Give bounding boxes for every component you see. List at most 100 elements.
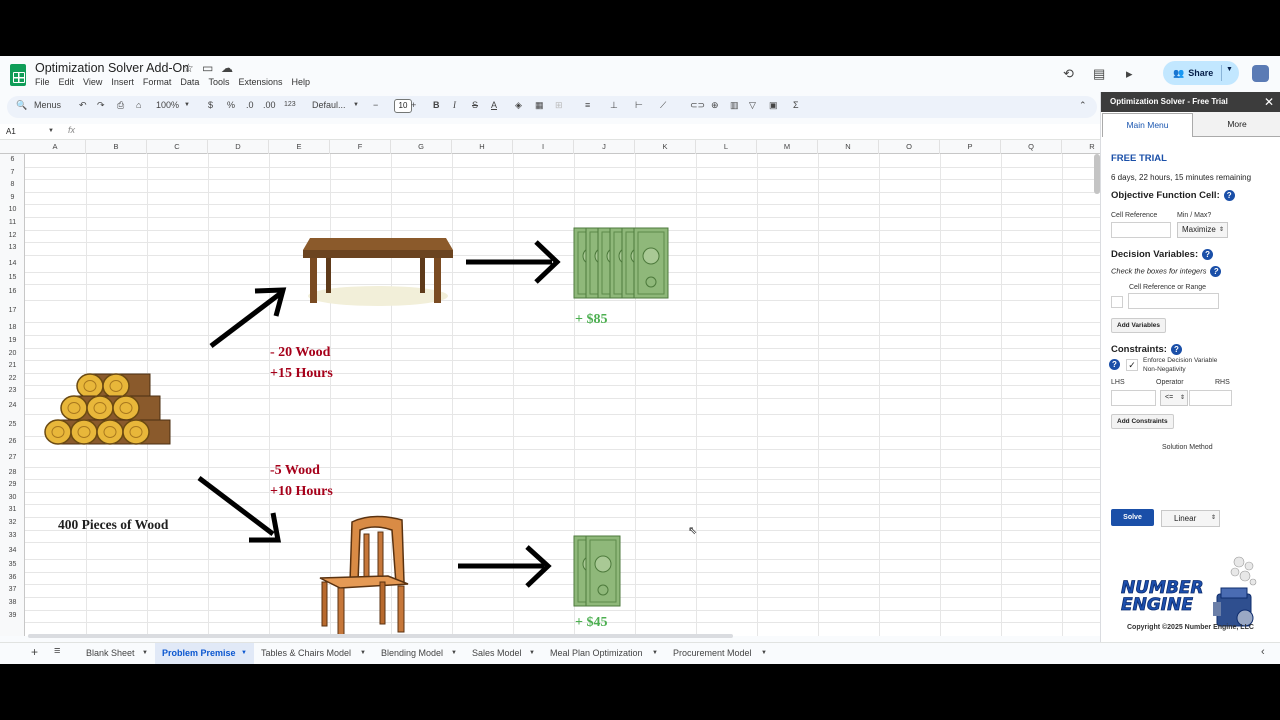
add-sheet-icon[interactable]: + (31, 645, 38, 659)
tab-dropdown-icon[interactable]: ▼ (241, 650, 247, 656)
decrease-decimal[interactable]: .0 (246, 100, 254, 110)
version-history-icon[interactable]: ⟲ (1063, 66, 1074, 82)
minmax-select[interactable]: Maximize ⇕ (1177, 222, 1228, 238)
comment-icon[interactable]: ⊕ (711, 100, 719, 111)
chart-icon[interactable]: ▥ (730, 100, 739, 111)
horizontal-scrollbar[interactable] (28, 634, 733, 638)
tab-dropdown-icon[interactable]: ▼ (142, 650, 148, 656)
account-avatar[interactable] (1252, 65, 1269, 82)
paint-format-icon[interactable]: ⌂ (136, 100, 141, 110)
move-folder-icon[interactable]: ▭ (202, 61, 213, 75)
link-icon[interactable]: ⊂⊃ (690, 100, 705, 111)
filter-icon[interactable]: ▽ (749, 100, 756, 111)
help-icon[interactable]: ? (1223, 190, 1235, 201)
help-icon[interactable]: ? (1202, 249, 1214, 260)
tab-meal-plan-optimization[interactable]: Meal Plan Optimization (550, 648, 643, 658)
meet-icon[interactable]: ▸ (1126, 66, 1133, 82)
increase-font-icon[interactable]: + (411, 100, 416, 110)
zoom-select[interactable]: 100% (156, 100, 179, 110)
tab-dropdown-icon[interactable]: ▼ (529, 650, 535, 656)
integer-checkbox[interactable] (1111, 296, 1123, 308)
borders-icon[interactable]: ▦ (535, 100, 544, 111)
tab-main-menu[interactable]: Main Menu (1102, 113, 1193, 137)
increase-decimal[interactable]: .00 (263, 100, 276, 110)
menu-data[interactable]: Data (180, 77, 199, 87)
scroll-tabs-left-icon[interactable]: ‹ (1261, 646, 1265, 658)
undo-icon[interactable]: ↶ (79, 100, 87, 111)
align-icon[interactable]: ≡ (585, 100, 590, 110)
menu-format[interactable]: Format (143, 77, 172, 87)
bold-icon[interactable]: B (433, 100, 440, 110)
spreadsheet-grid[interactable]: ABCDEFGHIJKLMNOPQR 6 7 8 9 10 11 12 13 14 15 16 17 1… (0, 140, 1100, 636)
wrap-icon[interactable]: ⊢ (635, 100, 643, 111)
menus-search[interactable]: Menus (34, 100, 61, 110)
add-variables-button[interactable]: Add Variables (1111, 318, 1166, 333)
close-icon[interactable]: ✕ (1264, 92, 1274, 112)
formula-bar: A1 ▼ fx (0, 124, 1100, 140)
sheets-logo-icon[interactable] (10, 64, 26, 86)
tab-problem-premise[interactable]: Problem Premise (162, 648, 236, 658)
sidebar-tabs: More Main Menu (1101, 112, 1280, 137)
help-icon[interactable]: ? (1210, 266, 1222, 277)
fill-color-icon[interactable]: ◈ (515, 100, 522, 111)
tab-more[interactable]: More (1193, 112, 1280, 137)
number-format[interactable]: 123 (284, 101, 296, 108)
search-icon[interactable]: 🔍 (16, 100, 27, 111)
strikethrough-icon[interactable]: S (472, 100, 478, 110)
nonnegativity-checkbox[interactable]: ✓ (1126, 359, 1138, 371)
menu-extensions[interactable]: Extensions (238, 77, 282, 87)
menu-file[interactable]: File (35, 77, 50, 87)
text-color-icon[interactable]: A (491, 100, 497, 110)
name-box[interactable]: A1 (6, 127, 16, 136)
italic-icon[interactable]: I (453, 100, 456, 110)
font-dropdown-icon[interactable]: ▼ (353, 102, 359, 108)
currency-format[interactable]: $ (208, 100, 213, 110)
rotate-icon[interactable]: ⟋ (660, 100, 666, 111)
help-icon[interactable]: ? (1109, 359, 1120, 370)
name-box-dropdown-icon[interactable]: ▼ (48, 128, 54, 134)
help-icon[interactable]: ? (1170, 344, 1182, 355)
lhs-input[interactable] (1111, 390, 1156, 406)
solve-button[interactable]: Solve (1111, 509, 1154, 526)
font-select[interactable]: Defaul... (312, 100, 346, 110)
tab-dropdown-icon[interactable]: ▼ (652, 650, 658, 656)
menu-help[interactable]: Help (291, 77, 310, 87)
tab-procurement-model[interactable]: Procurement Model (673, 648, 752, 658)
vertical-align-icon[interactable]: ⊥ (610, 100, 618, 111)
decision-heading-text: Decision Variables: (1111, 249, 1199, 261)
star-icon[interactable]: ☆ (183, 61, 194, 75)
menu-insert[interactable]: Insert (111, 77, 134, 87)
functions-icon[interactable]: Σ (793, 100, 799, 110)
print-icon[interactable]: ⎙ (117, 100, 124, 111)
rhs-input[interactable] (1189, 390, 1232, 406)
tab-sales-model[interactable]: Sales Model (472, 648, 522, 658)
comments-icon[interactable]: ▤ (1093, 66, 1105, 82)
tab-dropdown-icon[interactable]: ▼ (360, 650, 366, 656)
solution-method-select[interactable]: Linear ⇕ (1161, 510, 1220, 527)
filter-views-icon[interactable]: ▣ (769, 100, 778, 111)
operator-select[interactable]: <= ⇕ (1160, 390, 1188, 406)
menu-edit[interactable]: Edit (59, 77, 75, 87)
tab-dropdown-icon[interactable]: ▼ (761, 650, 767, 656)
share-dropdown-icon[interactable]: ▼ (1226, 66, 1233, 73)
cloud-saved-icon[interactable]: ☁ (221, 61, 233, 75)
decision-variable-input[interactable] (1128, 293, 1219, 309)
menu-tools[interactable]: Tools (208, 77, 229, 87)
objective-cell-input[interactable] (1111, 222, 1171, 238)
tab-blending-model[interactable]: Blending Model (381, 648, 443, 658)
document-title[interactable]: Optimization Solver Add-On (35, 61, 189, 75)
tab-blank-sheet[interactable]: Blank Sheet (86, 648, 135, 658)
font-size-input[interactable]: 10 (394, 99, 412, 113)
collapse-toolbar-icon[interactable]: ⌃ (1079, 100, 1087, 111)
redo-icon[interactable]: ↷ (97, 100, 105, 111)
tab-tables-chairs-model[interactable]: Tables & Chairs Model (261, 648, 351, 658)
zoom-dropdown-icon[interactable]: ▼ (184, 102, 190, 108)
share-button[interactable]: 👥 Share ▼ (1163, 61, 1239, 85)
tab-dropdown-icon[interactable]: ▼ (451, 650, 457, 656)
add-constraints-button[interactable]: Add Constraints (1111, 414, 1174, 429)
merge-cells-icon[interactable]: ⊞ (555, 100, 563, 111)
percent-format[interactable]: % (227, 100, 235, 110)
decrease-font-icon[interactable]: − (373, 100, 378, 110)
menu-view[interactable]: View (83, 77, 102, 87)
all-sheets-icon[interactable]: ≡ (54, 645, 60, 657)
